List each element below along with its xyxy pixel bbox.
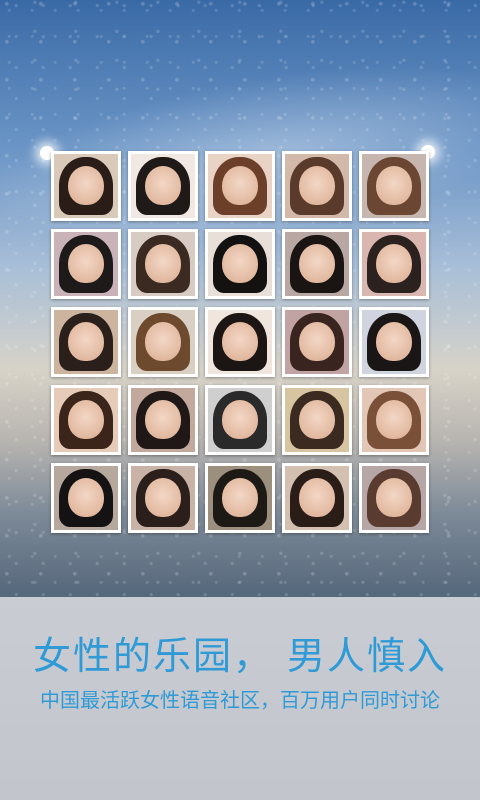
user-photo-7 (128, 229, 198, 299)
photo-face-shape (299, 477, 335, 518)
photo-face-shape (376, 477, 412, 518)
photo-face-shape (376, 165, 412, 206)
photo-face-shape (68, 477, 104, 518)
user-photo-2 (128, 151, 198, 221)
user-photo-15 (359, 307, 429, 377)
user-photo-12 (128, 307, 198, 377)
caption-panel: 女性的乐园， 男人慎入 中国最活跃女性语音社区，百万用户同时讨论 (0, 597, 480, 800)
user-photo-8 (205, 229, 275, 299)
photo-face-shape (299, 321, 335, 362)
hero-background (0, 0, 480, 597)
user-photo-20 (359, 385, 429, 455)
photo-face-shape (376, 399, 412, 440)
photo-face-shape (299, 399, 335, 440)
user-photo-17 (128, 385, 198, 455)
photo-face-shape (145, 477, 181, 518)
user-photo-1 (51, 151, 121, 221)
subheadline: 中国最活跃女性语音社区，百万用户同时讨论 (40, 688, 440, 712)
user-photo-5 (359, 151, 429, 221)
photo-face-shape (145, 243, 181, 284)
photo-face-shape (222, 243, 258, 284)
photo-face-shape (145, 165, 181, 206)
photo-face-shape (222, 477, 258, 518)
user-photo-10 (359, 229, 429, 299)
photo-face-shape (299, 165, 335, 206)
user-photo-3 (205, 151, 275, 221)
photo-face-shape (68, 321, 104, 362)
user-photo-24 (282, 463, 352, 533)
photo-face-shape (68, 243, 104, 284)
photo-face-shape (68, 165, 104, 206)
user-photo-13 (205, 307, 275, 377)
photo-face-shape (222, 321, 258, 362)
headline: 女性的乐园， 男人慎入 (32, 634, 448, 678)
user-photo-16 (51, 385, 121, 455)
user-photo-19 (282, 385, 352, 455)
user-photo-6 (51, 229, 121, 299)
photo-face-shape (222, 165, 258, 206)
photo-face-shape (145, 399, 181, 440)
user-photo-18 (205, 385, 275, 455)
user-photo-25 (359, 463, 429, 533)
photo-face-shape (145, 321, 181, 362)
photo-face-shape (222, 399, 258, 440)
user-photo-9 (282, 229, 352, 299)
user-photo-14 (282, 307, 352, 377)
user-photo-23 (205, 463, 275, 533)
user-photo-21 (51, 463, 121, 533)
user-photo-4 (282, 151, 352, 221)
photo-face-shape (376, 243, 412, 284)
intro-screen: 女性的乐园， 男人慎入 中国最活跃女性语音社区，百万用户同时讨论 (0, 0, 480, 800)
photo-grid (51, 151, 431, 533)
user-photo-22 (128, 463, 198, 533)
photo-face-shape (68, 399, 104, 440)
user-photo-11 (51, 307, 121, 377)
photo-face-shape (299, 243, 335, 284)
photo-face-shape (376, 321, 412, 362)
